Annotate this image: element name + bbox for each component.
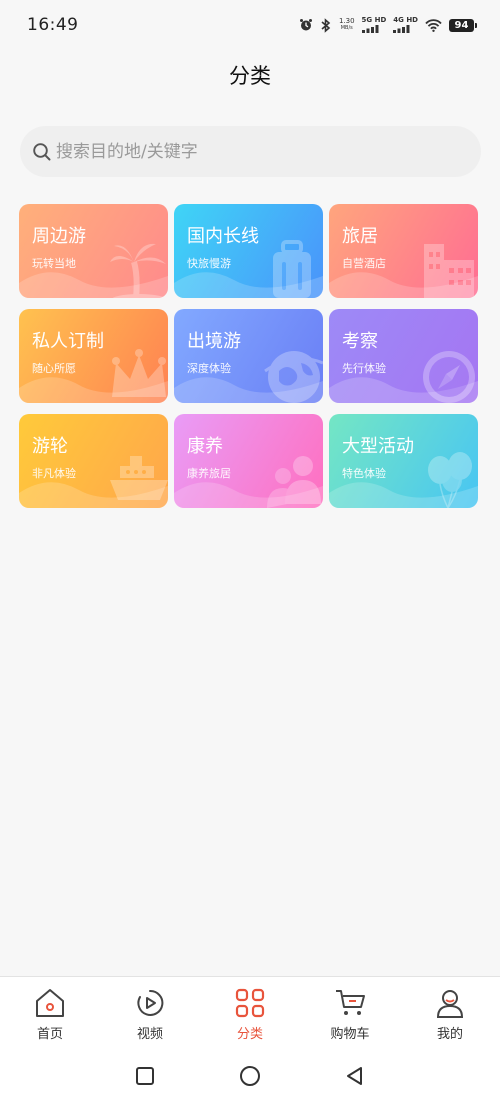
status-time: 16:49: [27, 15, 79, 35]
category-subtitle: 深度体验: [187, 362, 231, 375]
category-card-nearby[interactable]: 周边游 玩转当地: [19, 204, 168, 298]
category-card-cruise[interactable]: 游轮 非凡体验: [19, 414, 168, 508]
tab-label: 分类: [236, 1027, 263, 1042]
category-title: 国内长线: [187, 226, 259, 247]
alarm-icon: [299, 18, 313, 32]
net-speed: 1.30 MB/s: [338, 17, 355, 32]
tab-mine[interactable]: 我的: [400, 977, 500, 1046]
category-title: 旅居: [342, 226, 378, 247]
category-card-wellness[interactable]: 康养 康养旅居: [174, 414, 323, 508]
category-subtitle: 快旅慢游: [187, 257, 231, 270]
system-navigation-bar: [0, 1046, 500, 1105]
back-icon[interactable]: [343, 1064, 367, 1088]
category-subtitle: 随心所愿: [32, 362, 76, 375]
category-subtitle: 先行体验: [342, 362, 386, 375]
status-bar: 16:49 1.30 MB/s 5G HD 4G HD 94: [0, 0, 500, 50]
category-card-custom[interactable]: 私人订制 随心所愿: [19, 309, 168, 403]
tab-home[interactable]: 首页: [0, 977, 100, 1046]
tab-label: 首页: [36, 1027, 63, 1042]
category-title: 考察: [342, 331, 378, 352]
page-title: 分类: [229, 64, 271, 88]
play-icon: [134, 987, 166, 1019]
category-title: 康养: [187, 436, 223, 457]
tab-label: 我的: [436, 1027, 463, 1042]
tab-video[interactable]: 视频: [100, 977, 200, 1046]
bottom-tab-bar: 首页 视频 分类 购物车 我的: [0, 976, 500, 1046]
category-grid-icon: [234, 987, 266, 1019]
category-title: 出境游: [187, 331, 241, 352]
tab-label: 购物车: [330, 1027, 370, 1042]
search-icon: [32, 142, 52, 162]
search-input[interactable]: [56, 131, 436, 172]
home-icon: [34, 987, 66, 1019]
category-grid: 周边游 玩转当地 国内长线 快旅慢游 旅居 自营酒店 私人订制 随心所愿 出境游…: [19, 204, 478, 508]
category-subtitle: 玩转当地: [32, 257, 76, 270]
user-icon: [434, 987, 466, 1019]
home-circle-icon[interactable]: [238, 1064, 262, 1088]
category-subtitle: 康养旅居: [187, 467, 231, 480]
category-title: 周边游: [32, 226, 86, 247]
category-card-outbound[interactable]: 出境游 深度体验: [174, 309, 323, 403]
cart-icon: [334, 987, 366, 1019]
bluetooth-icon: [320, 17, 332, 33]
sim2-signal: 4G HD: [393, 17, 418, 33]
status-icons: 1.30 MB/s 5G HD 4G HD 94: [299, 17, 477, 33]
category-subtitle: 特色体验: [342, 467, 386, 480]
battery-icon: 94: [449, 18, 477, 32]
recent-apps-icon[interactable]: [133, 1064, 157, 1088]
category-subtitle: 自营酒店: [342, 257, 386, 270]
wifi-icon: [425, 18, 442, 32]
category-card-domestic[interactable]: 国内长线 快旅慢游: [174, 204, 323, 298]
category-card-sojourn[interactable]: 旅居 自营酒店: [329, 204, 478, 298]
sim1-signal: 5G HD: [361, 17, 386, 33]
category-title: 大型活动: [342, 436, 414, 457]
category-subtitle: 非凡体验: [32, 467, 76, 480]
category-title: 游轮: [32, 436, 68, 457]
search-bar[interactable]: [20, 126, 481, 177]
category-card-inspection[interactable]: 考察 先行体验: [329, 309, 478, 403]
tab-category[interactable]: 分类: [200, 977, 300, 1046]
tab-label: 视频: [136, 1027, 163, 1042]
category-title: 私人订制: [32, 331, 104, 352]
tab-cart[interactable]: 购物车: [300, 977, 400, 1046]
category-card-events[interactable]: 大型活动 特色体验: [329, 414, 478, 508]
